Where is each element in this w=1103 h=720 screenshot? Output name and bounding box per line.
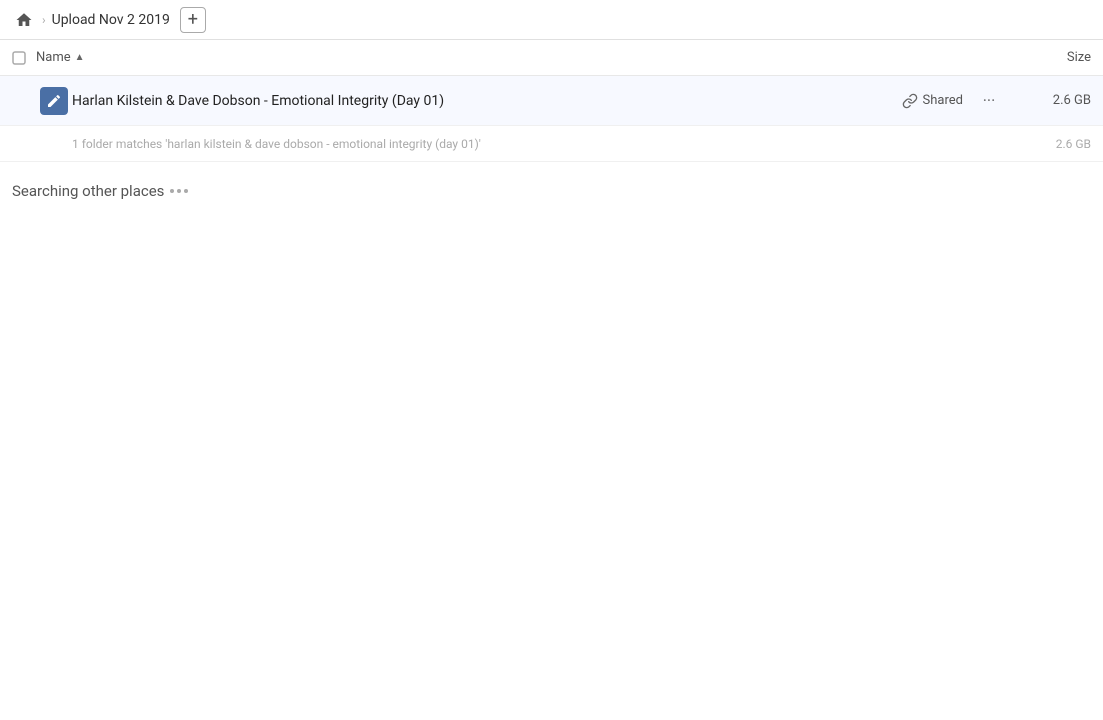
shared-badge: Shared bbox=[902, 93, 963, 109]
breadcrumb-separator: › bbox=[42, 13, 46, 27]
header: › Upload Nov 2 2019 + bbox=[0, 0, 1103, 40]
file-icon-wrap bbox=[36, 87, 72, 115]
add-button[interactable]: + bbox=[180, 7, 206, 33]
column-header: Name ▲ Size bbox=[0, 40, 1103, 76]
searching-section: Searching other places bbox=[0, 162, 1103, 212]
select-all-checkbox[interactable] bbox=[12, 51, 36, 65]
sub-row: 1 folder matches 'harlan kilstein & dave… bbox=[0, 126, 1103, 162]
searching-text: Searching other places bbox=[12, 182, 1091, 200]
column-size: Size bbox=[1011, 50, 1091, 65]
file-size: 2.6 GB bbox=[1011, 93, 1091, 108]
sub-row-text: 1 folder matches 'harlan kilstein & dave… bbox=[72, 137, 1011, 151]
home-button[interactable] bbox=[12, 8, 36, 32]
column-name[interactable]: Name ▲ bbox=[36, 50, 1011, 65]
sort-arrow-icon: ▲ bbox=[75, 52, 85, 63]
file-row[interactable]: Harlan Kilstein & Dave Dobson - Emotiona… bbox=[0, 76, 1103, 126]
file-name: Harlan Kilstein & Dave Dobson - Emotiona… bbox=[72, 93, 902, 109]
sub-row-size: 2.6 GB bbox=[1011, 137, 1091, 151]
more-options-button[interactable]: ··· bbox=[975, 87, 1003, 115]
loading-dots bbox=[170, 189, 188, 193]
link-icon bbox=[902, 93, 918, 109]
file-folder-icon bbox=[40, 87, 68, 115]
breadcrumb-title: Upload Nov 2 2019 bbox=[52, 12, 170, 28]
shared-label: Shared bbox=[923, 93, 963, 108]
